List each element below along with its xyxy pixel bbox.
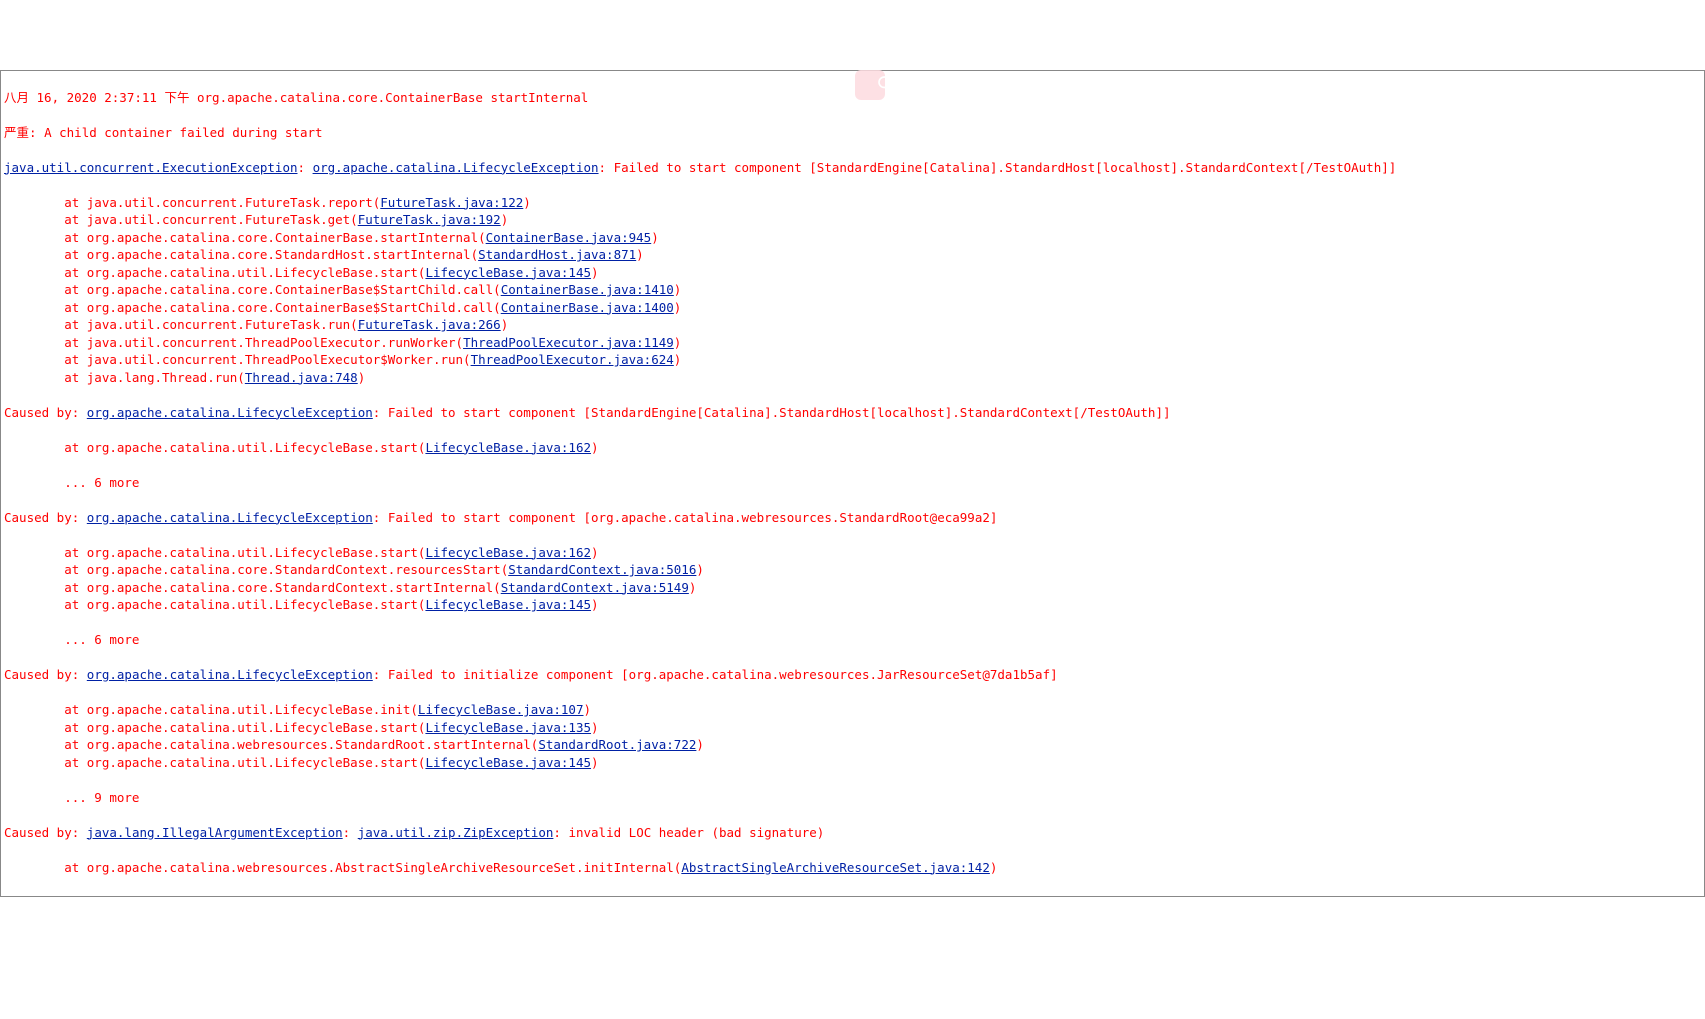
caused-by: Caused by: org.apache.catalina.Lifecycle… — [4, 666, 1701, 684]
source-link[interactable]: StandardContext.java:5016 — [508, 562, 696, 577]
stack-frame: at org.apache.catalina.webresources.Abst… — [4, 859, 1701, 877]
source-link[interactable]: ContainerBase.java:1410 — [501, 282, 674, 297]
source-link[interactable]: ContainerBase.java:945 — [486, 230, 652, 245]
exception-class-link[interactable]: org.apache.catalina.LifecycleException — [87, 405, 373, 420]
stack-frame: at org.apache.catalina.util.LifecycleBas… — [4, 596, 1701, 614]
frame-method: at java.util.concurrent.ThreadPoolExecut… — [64, 335, 463, 350]
source-link[interactable]: StandardHost.java:871 — [478, 247, 636, 262]
exception-cause-link[interactable]: java.util.zip.ZipException — [358, 825, 554, 840]
frame-method: at org.apache.catalina.core.StandardCont… — [64, 580, 501, 595]
frame-method: at org.apache.catalina.webresources.Stan… — [64, 737, 538, 752]
stack-frame: at org.apache.catalina.util.LifecycleBas… — [4, 701, 1701, 719]
search-button[interactable] — [855, 70, 885, 100]
frame-method: at java.util.concurrent.FutureTask.repor… — [64, 195, 380, 210]
frame-method: at org.apache.catalina.util.LifecycleBas… — [64, 720, 425, 735]
stack-frame: at org.apache.catalina.core.ContainerBas… — [4, 299, 1701, 317]
frame-method: at org.apache.catalina.core.ContainerBas… — [64, 300, 501, 315]
source-link[interactable]: StandardContext.java:5149 — [501, 580, 689, 595]
frame-method: at java.lang.Thread.run( — [64, 370, 245, 385]
stack-frame: at java.util.concurrent.ThreadPoolExecut… — [4, 351, 1701, 369]
source-link[interactable]: AbstractSingleArchiveResourceSet.java:14… — [681, 860, 990, 875]
source-link[interactable]: ThreadPoolExecutor.java:624 — [471, 352, 674, 367]
source-link[interactable]: LifecycleBase.java:145 — [425, 597, 591, 612]
exception-class-link[interactable]: org.apache.catalina.LifecycleException — [87, 510, 373, 525]
frame-method: at org.apache.catalina.core.ContainerBas… — [64, 230, 485, 245]
source-link[interactable]: ContainerBase.java:1400 — [501, 300, 674, 315]
frame-method: at org.apache.catalina.util.LifecycleBas… — [64, 597, 425, 612]
frame-method: at org.apache.catalina.util.LifecycleBas… — [64, 440, 425, 455]
stack-frame: at org.apache.catalina.core.StandardCont… — [4, 579, 1701, 597]
frame-method: at org.apache.catalina.util.LifecycleBas… — [64, 265, 425, 280]
frame-method: at java.util.concurrent.FutureTask.run( — [64, 317, 358, 332]
source-link[interactable]: StandardRoot.java:722 — [538, 737, 696, 752]
stack-frame: at org.apache.catalina.util.LifecycleBas… — [4, 719, 1701, 737]
exception-cause-link[interactable]: org.apache.catalina.LifecycleException — [313, 160, 599, 175]
source-link[interactable]: ThreadPoolExecutor.java:1149 — [463, 335, 674, 350]
stack-frame: at org.apache.catalina.core.StandardCont… — [4, 561, 1701, 579]
source-link[interactable]: LifecycleBase.java:135 — [425, 720, 591, 735]
stack-frame: at java.util.concurrent.FutureTask.get(F… — [4, 211, 1701, 229]
stack-frame: at org.apache.catalina.webresources.Stan… — [4, 736, 1701, 754]
stack-frame: at org.apache.catalina.core.StandardHost… — [4, 246, 1701, 264]
console-output: 八月 16, 2020 2:37:11 下午 org.apache.catali… — [0, 70, 1705, 897]
frame-method: at java.util.concurrent.ThreadPoolExecut… — [64, 352, 470, 367]
source-link[interactable]: LifecycleBase.java:145 — [425, 755, 591, 770]
exception-header: java.util.concurrent.ExecutionException:… — [4, 159, 1701, 177]
stacktrace-block: at org.apache.catalina.webresources.Abst… — [4, 859, 1701, 877]
frame-method: at org.apache.catalina.util.LifecycleBas… — [64, 702, 418, 717]
source-link[interactable]: LifecycleBase.java:162 — [425, 440, 591, 455]
source-link[interactable]: LifecycleBase.java:162 — [425, 545, 591, 560]
source-link[interactable]: FutureTask.java:192 — [358, 212, 501, 227]
frame-method: at java.util.concurrent.FutureTask.get( — [64, 212, 358, 227]
caused-by: Caused by: java.lang.IllegalArgumentExce… — [4, 824, 1701, 842]
source-link[interactable]: FutureTask.java:122 — [380, 195, 523, 210]
frame-method: at org.apache.catalina.core.StandardCont… — [64, 562, 508, 577]
stack-frame: at java.lang.Thread.run(Thread.java:748) — [4, 369, 1701, 387]
stack-frame: at org.apache.catalina.util.LifecycleBas… — [4, 544, 1701, 562]
stack-frame: at org.apache.catalina.core.ContainerBas… — [4, 229, 1701, 247]
more-frames: ... 9 more — [4, 789, 1701, 807]
frame-method: at org.apache.catalina.core.ContainerBas… — [64, 282, 501, 297]
caused-by: Caused by: org.apache.catalina.Lifecycle… — [4, 509, 1701, 527]
search-icon — [846, 56, 894, 114]
stack-frame: at org.apache.catalina.core.ContainerBas… — [4, 281, 1701, 299]
stack-frame: at org.apache.catalina.util.LifecycleBas… — [4, 754, 1701, 772]
stacktrace-block: at org.apache.catalina.util.LifecycleBas… — [4, 439, 1701, 457]
more-frames: ... 6 more — [4, 474, 1701, 492]
exception-class-link[interactable]: org.apache.catalina.LifecycleException — [87, 667, 373, 682]
stacktrace-block: at java.util.concurrent.FutureTask.repor… — [4, 194, 1701, 387]
caused-by: Caused by: org.apache.catalina.Lifecycle… — [4, 404, 1701, 422]
stack-frame: at org.apache.catalina.util.LifecycleBas… — [4, 264, 1701, 282]
stack-frame: at java.util.concurrent.FutureTask.run(F… — [4, 316, 1701, 334]
frame-method: at org.apache.catalina.util.LifecycleBas… — [64, 545, 425, 560]
stacktrace-block: at org.apache.catalina.util.LifecycleBas… — [4, 701, 1701, 771]
stack-frame: at org.apache.catalina.util.LifecycleBas… — [4, 439, 1701, 457]
source-link[interactable]: LifecycleBase.java:107 — [418, 702, 584, 717]
log-severity: 严重: A child container failed during star… — [4, 124, 1701, 142]
source-link[interactable]: Thread.java:748 — [245, 370, 358, 385]
exception-class-link[interactable]: java.lang.IllegalArgumentException — [87, 825, 343, 840]
frame-method: at org.apache.catalina.webresources.Abst… — [64, 860, 681, 875]
source-link[interactable]: FutureTask.java:266 — [358, 317, 501, 332]
stack-frame: at java.util.concurrent.FutureTask.repor… — [4, 194, 1701, 212]
frame-method: at org.apache.catalina.util.LifecycleBas… — [64, 755, 425, 770]
stacktrace-block: at org.apache.catalina.util.LifecycleBas… — [4, 544, 1701, 614]
frame-method: at org.apache.catalina.core.StandardHost… — [64, 247, 478, 262]
exception-class-link[interactable]: java.util.concurrent.ExecutionException — [4, 160, 298, 175]
stack-frame: at java.util.concurrent.ThreadPoolExecut… — [4, 334, 1701, 352]
source-link[interactable]: LifecycleBase.java:145 — [425, 265, 591, 280]
more-frames: ... 6 more — [4, 631, 1701, 649]
